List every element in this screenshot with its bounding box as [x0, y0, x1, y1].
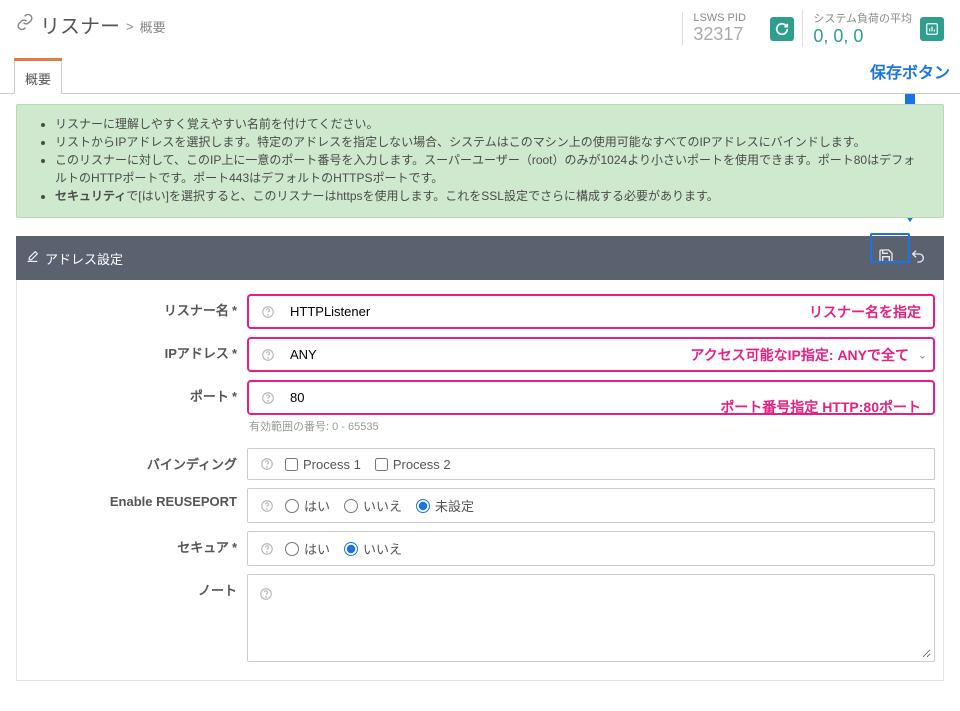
page-subtitle: 概要	[140, 13, 166, 36]
port-label: ポート*	[17, 380, 247, 405]
header-stats: LSWS PID 32317 システム負荷の平均 0, 0, 0	[682, 10, 944, 47]
binding-label: バインディング	[17, 448, 247, 473]
help-icon[interactable]	[255, 582, 278, 606]
binding-process-2[interactable]: Process 2	[375, 457, 451, 472]
help-icon[interactable]	[256, 343, 280, 367]
help-item: リスナーに理解しやすく覚えやすい名前を付けてください。	[55, 115, 927, 133]
reload-button[interactable]	[770, 17, 794, 41]
help-item: リストからIPアドレスを選択します。特定のアドレスを指定しない場合、システムはこ…	[55, 133, 927, 151]
help-icon[interactable]	[256, 386, 280, 410]
save-button[interactable]	[870, 244, 902, 272]
note-textarea[interactable]	[282, 578, 931, 658]
pid-value: 32317	[693, 24, 762, 45]
help-item: セキュリティで[はい]を選択すると、このリスナーはhttpsを使用します。これを…	[55, 187, 927, 205]
pid-label: LSWS PID	[693, 12, 762, 24]
secure-label: セキュア*	[17, 531, 247, 556]
chart-button[interactable]	[920, 17, 944, 41]
page-title: リスナー	[40, 10, 120, 39]
note-label: ノート	[17, 574, 247, 599]
ip-address-select[interactable]	[284, 342, 930, 367]
help-box: リスナーに理解しやすく覚えやすい名前を付けてください。リストからIPアドレスを選…	[16, 104, 944, 218]
help-item: このリスナーに対して、このIP上に一意のポート番号を入力します。スーパーユーザー…	[55, 151, 927, 187]
help-icon[interactable]	[255, 494, 279, 518]
listener-name-input[interactable]	[284, 299, 930, 324]
reuseport-yes[interactable]: はい	[285, 496, 330, 515]
tab-row: 概要 保存ボタン	[0, 59, 960, 94]
port-hint: 有効範囲の番号: 0 - 65535	[247, 418, 935, 434]
page-title-block: リスナー > 概要	[16, 10, 666, 39]
help-icon[interactable]	[255, 452, 279, 476]
ip-label: IPアドレス*	[17, 337, 247, 362]
link-icon	[16, 13, 34, 36]
secure-yes[interactable]: はい	[285, 539, 330, 558]
reuseport-unset[interactable]: 未設定	[416, 496, 474, 515]
pid-block: LSWS PID 32317	[682, 12, 762, 45]
secure-no[interactable]: いいえ	[344, 539, 402, 558]
port-input[interactable]	[284, 385, 930, 410]
panel-header: アドレス設定	[16, 236, 944, 280]
help-icon[interactable]	[256, 300, 280, 324]
listener-name-label: リスナー名*	[17, 294, 247, 319]
reuseport-label: Enable REUSEPORT	[17, 488, 247, 509]
help-icon[interactable]	[255, 537, 279, 561]
reuseport-no[interactable]: いいえ	[344, 496, 402, 515]
save-callout-label: 保存ボタン	[870, 59, 950, 83]
panel-title: アドレス設定	[45, 249, 123, 268]
undo-button[interactable]	[902, 244, 934, 272]
load-value: 0, 0, 0	[813, 26, 912, 47]
load-block: システム負荷の平均 0, 0, 0	[802, 10, 912, 47]
load-label: システム負荷の平均	[813, 10, 912, 26]
binding-process-1[interactable]: Process 1	[285, 457, 361, 472]
tab-overview[interactable]: 概要	[14, 60, 62, 94]
title-separator: >	[126, 15, 134, 34]
edit-icon	[26, 250, 39, 266]
